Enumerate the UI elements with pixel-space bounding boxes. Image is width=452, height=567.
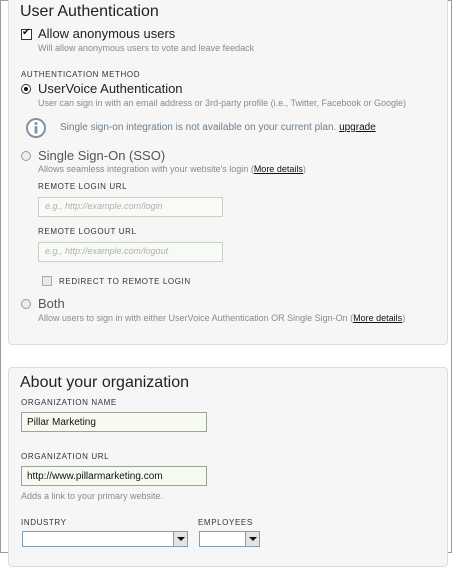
uservoice-auth-radio[interactable] bbox=[21, 84, 31, 94]
both-label[interactable]: Both bbox=[38, 296, 65, 311]
both-hint-suffix: ) bbox=[402, 313, 406, 323]
chevron-down-icon[interactable] bbox=[173, 532, 187, 546]
organization-url-input[interactable]: http://www.pillarmarketing.com bbox=[21, 466, 207, 486]
authentication-method-heading: AUTHENTICATION METHOD bbox=[21, 70, 141, 79]
both-more-details-link[interactable]: More details bbox=[353, 313, 402, 323]
allow-anonymous-checkbox[interactable] bbox=[21, 27, 32, 40]
organization-url-label: ORGANIZATION URL bbox=[21, 452, 110, 461]
organization-name-input[interactable]: Pillar Marketing bbox=[21, 412, 207, 432]
organization-name-label: ORGANIZATION NAME bbox=[21, 398, 117, 407]
both-hint-text: Allow users to sign in with either UserV… bbox=[38, 313, 354, 323]
uservoice-auth-hint: User can sign in with an email address o… bbox=[38, 98, 406, 108]
organization-url-hint: Adds a link to your primary website. bbox=[21, 491, 164, 501]
uservoice-auth-label[interactable]: UserVoice Authentication bbox=[38, 81, 183, 96]
sso-hint-text: Allows seamless integration with your we… bbox=[38, 164, 254, 174]
settings-page: User Authentication Allow anonymous user… bbox=[0, 0, 452, 567]
employees-label: EMPLOYEES bbox=[198, 518, 253, 527]
remote-login-url-label: REMOTE LOGIN URL bbox=[38, 182, 128, 191]
sso-more-details-link[interactable]: More details bbox=[254, 164, 303, 174]
section-title-user-authentication: User Authentication bbox=[20, 3, 159, 20]
sso-unavailable-notice: Single sign-on integration is not availa… bbox=[60, 122, 376, 133]
section-title-organization: About your organization bbox=[20, 374, 189, 391]
info-icon bbox=[26, 118, 46, 138]
sso-hint-suffix: ) bbox=[302, 164, 306, 174]
remote-login-url-input[interactable]: e.g., http://example.com/login bbox=[38, 197, 223, 217]
redirect-remote-login-label[interactable]: REDIRECT TO REMOTE LOGIN bbox=[59, 277, 191, 286]
upgrade-link[interactable]: upgrade bbox=[339, 122, 376, 133]
sso-label[interactable]: Single Sign-On (SSO) bbox=[38, 148, 165, 163]
sso-radio[interactable] bbox=[21, 151, 31, 161]
both-hint: Allow users to sign in with either UserV… bbox=[38, 313, 405, 323]
sso-unavailable-text: Single sign-on integration is not availa… bbox=[60, 122, 337, 133]
organization-panel: About your organization ORGANIZATION NAM… bbox=[8, 367, 448, 567]
redirect-remote-login-checkbox[interactable] bbox=[42, 276, 52, 286]
employees-select[interactable] bbox=[199, 531, 260, 547]
remote-logout-url-input[interactable]: e.g., http://example.com/logout bbox=[38, 242, 223, 262]
industry-label: INDUSTRY bbox=[21, 518, 67, 527]
allow-anonymous-hint: Will allow anonymous users to vote and l… bbox=[38, 43, 255, 53]
remote-logout-url-label: REMOTE LOGOUT URL bbox=[38, 227, 137, 236]
user-authentication-panel: User Authentication Allow anonymous user… bbox=[8, 0, 448, 345]
chevron-down-icon[interactable] bbox=[245, 532, 259, 546]
sso-hint: Allows seamless integration with your we… bbox=[38, 164, 306, 174]
industry-select[interactable] bbox=[22, 531, 188, 547]
allow-anonymous-label[interactable]: Allow anonymous users bbox=[38, 26, 175, 41]
both-radio[interactable] bbox=[21, 299, 31, 309]
